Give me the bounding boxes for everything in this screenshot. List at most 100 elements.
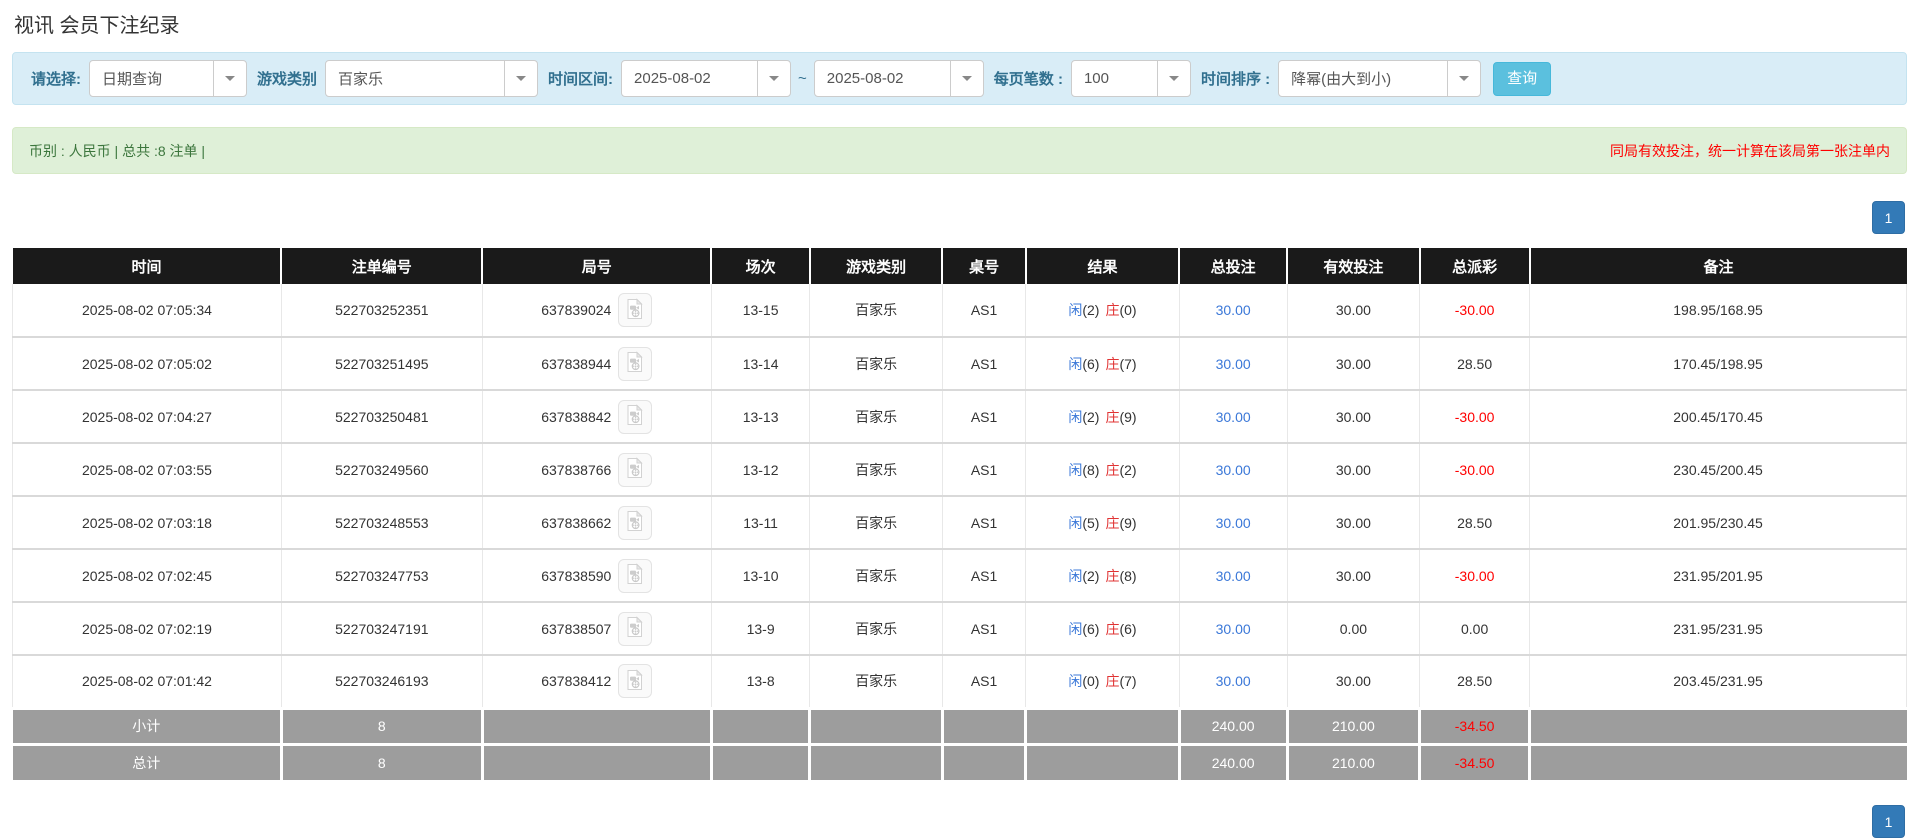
table-row: 2025-08-02 07:05:34 522703252351 6378390… (12, 284, 1907, 338)
cell-game-category: 百家乐 (809, 549, 943, 603)
player-result: 闲 (1068, 620, 1083, 637)
cell-total-bet: 30.00 (1179, 549, 1288, 603)
total-bet-link[interactable]: 30.00 (1216, 621, 1251, 637)
table-row: 2025-08-02 07:03:55 522703249560 6378387… (12, 443, 1907, 497)
cell-game-category: 百家乐 (809, 337, 943, 391)
cell-result: 闲(2) 庄(9) (1025, 390, 1180, 444)
cell-game-category: 百家乐 (809, 602, 943, 656)
cell-time: 2025-08-02 07:05:34 (12, 284, 282, 338)
date-to-value: 2025-08-02 (826, 70, 904, 87)
cell-session: 13-11 (711, 496, 811, 550)
banker-result: 庄 (1105, 514, 1120, 531)
cell-total-payout: -30.00 (1419, 284, 1531, 338)
cell-valid-bet: 30.00 (1287, 390, 1421, 444)
video-replay-button[interactable] (618, 664, 653, 699)
total-bet-link[interactable]: 30.00 (1216, 515, 1251, 531)
video-replay-button[interactable] (618, 558, 653, 593)
cell-bet-number: 522703252351 (281, 284, 483, 338)
cell-bet-number: 522703247753 (281, 549, 483, 603)
chevron-down-icon (1156, 61, 1190, 96)
game-category-label: 游戏类别 (257, 71, 318, 88)
chevron-down-icon (1447, 61, 1480, 96)
cell-remark: 200.45/170.45 (1529, 390, 1907, 444)
game-category-select[interactable]: 百家乐 (325, 60, 539, 97)
cell-bet-number: 522703246193 (281, 655, 483, 709)
video-replay-button[interactable] (618, 505, 653, 540)
table-footer: 小计 8 240.00 210.00 -34.50 总计 8 240.00 21… (12, 706, 1907, 780)
cell-remark: 198.95/168.95 (1529, 284, 1907, 338)
video-replay-button[interactable] (618, 452, 653, 487)
chevron-down-icon (504, 61, 537, 96)
player-points: (6) (1082, 620, 1100, 637)
filter-toolbar: 请选择: 日期查询 游戏类别 百家乐 时间区间: 2025-08-02 ~ 20… (12, 52, 1907, 105)
player-result: 闲 (1068, 355, 1083, 372)
summary-total-payout: -34.50 (1419, 706, 1532, 744)
cell-session: 13-15 (711, 284, 811, 338)
cell-result: 闲(6) 庄(6) (1025, 602, 1180, 656)
cell-round-number: 637838412 (482, 655, 712, 709)
video-replay-button[interactable] (618, 399, 653, 434)
summary-empty (1529, 706, 1907, 744)
table-body: 2025-08-02 07:05:34 522703252351 6378390… (12, 284, 1907, 709)
summary-empty (809, 742, 944, 780)
page-1-button[interactable]: 1 (1872, 201, 1905, 234)
header-table-number: 桌号 (942, 248, 1027, 284)
summary-row: 小计 8 240.00 210.00 -34.50 (12, 706, 1907, 744)
round-number: 637838590 (541, 567, 612, 584)
table-row: 2025-08-02 07:02:45 522703247753 6378385… (12, 549, 1907, 603)
time-sort-label: 时间排序 : (1200, 71, 1271, 88)
table-row: 2025-08-02 07:01:42 522703246193 6378384… (12, 655, 1907, 709)
summary-total-payout: -34.50 (1419, 742, 1532, 780)
video-replay-button[interactable] (618, 611, 653, 646)
cell-valid-bet: 30.00 (1287, 655, 1421, 709)
time-sort-select[interactable]: 降幂(由大到小) (1278, 60, 1482, 97)
summary-empty (809, 706, 944, 744)
table-row: 2025-08-02 07:02:19 522703247191 6378385… (12, 602, 1907, 656)
banker-result: 庄 (1105, 620, 1120, 637)
header-total-bet: 总投注 (1179, 248, 1289, 284)
date-to-select[interactable]: 2025-08-02 (813, 60, 984, 97)
date-from-select[interactable]: 2025-08-02 (621, 60, 792, 97)
summary-empty (711, 742, 812, 780)
summary-empty (1529, 742, 1907, 780)
cell-result: 闲(5) 庄(9) (1025, 496, 1180, 550)
date-from-value: 2025-08-02 (634, 70, 711, 87)
summary-empty (482, 706, 713, 744)
video-replay-button[interactable] (618, 293, 653, 327)
cell-round-number: 637838590 (482, 549, 712, 603)
player-points: (6) (1082, 355, 1100, 372)
cell-table-number: AS1 (942, 284, 1027, 338)
cell-valid-bet: 30.00 (1287, 496, 1421, 550)
table-row: 2025-08-02 07:04:27 522703250481 6378388… (12, 390, 1907, 444)
cell-valid-bet: 0.00 (1287, 602, 1421, 656)
search-button[interactable]: 查询 (1493, 61, 1552, 96)
player-points: (2) (1082, 567, 1100, 584)
total-bet-link[interactable]: 30.00 (1216, 356, 1251, 372)
cell-total-payout: -30.00 (1419, 390, 1531, 444)
currency-total-text: 币别 : 人民币 | 总共 :8 注单 | (29, 142, 206, 159)
date-range-separator: ~ (798, 70, 807, 87)
cell-total-payout: -30.00 (1419, 443, 1531, 497)
total-bet-link[interactable]: 30.00 (1216, 462, 1251, 478)
cell-table-number: AS1 (942, 337, 1027, 391)
total-bet-link[interactable]: 30.00 (1216, 302, 1251, 318)
page-size-label: 每页笔数 : (993, 71, 1063, 88)
cell-result: 闲(6) 庄(7) (1025, 337, 1180, 391)
cell-result: 闲(2) 庄(0) (1025, 284, 1180, 338)
player-points: (2) (1082, 408, 1100, 425)
total-bet-link[interactable]: 30.00 (1216, 568, 1251, 584)
page-1-button[interactable]: 1 (1872, 805, 1905, 838)
cell-remark: 203.45/231.95 (1529, 655, 1907, 709)
cell-game-category: 百家乐 (809, 496, 943, 550)
query-type-select[interactable]: 日期查询 (89, 60, 247, 97)
video-record-icon (627, 457, 644, 478)
cell-total-bet: 30.00 (1179, 655, 1288, 709)
total-bet-link[interactable]: 30.00 (1216, 673, 1251, 689)
page-size-value: 100 (1083, 70, 1109, 87)
video-replay-button[interactable] (618, 346, 653, 381)
total-bet-link[interactable]: 30.00 (1216, 409, 1251, 425)
banker-points: (2) (1119, 461, 1137, 478)
page-size-select[interactable]: 100 (1070, 60, 1191, 97)
banker-result: 庄 (1105, 355, 1120, 372)
banker-points: (8) (1119, 567, 1137, 584)
